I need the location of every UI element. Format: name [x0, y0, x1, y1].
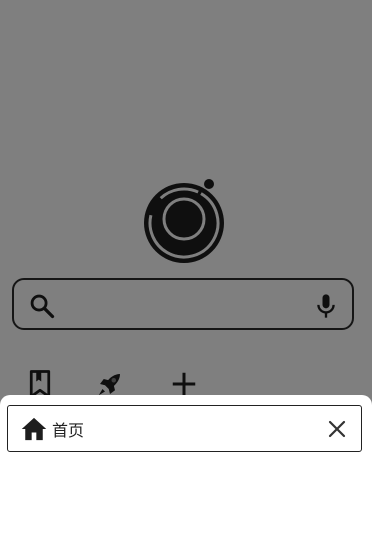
tab-item[interactable]: 首页: [7, 405, 362, 452]
home-icon: [20, 415, 48, 443]
tab-title: 首页: [52, 421, 85, 440]
close-tab-icon[interactable]: [327, 419, 347, 439]
tabs-bottom-sheet: 首页: [0, 395, 372, 540]
